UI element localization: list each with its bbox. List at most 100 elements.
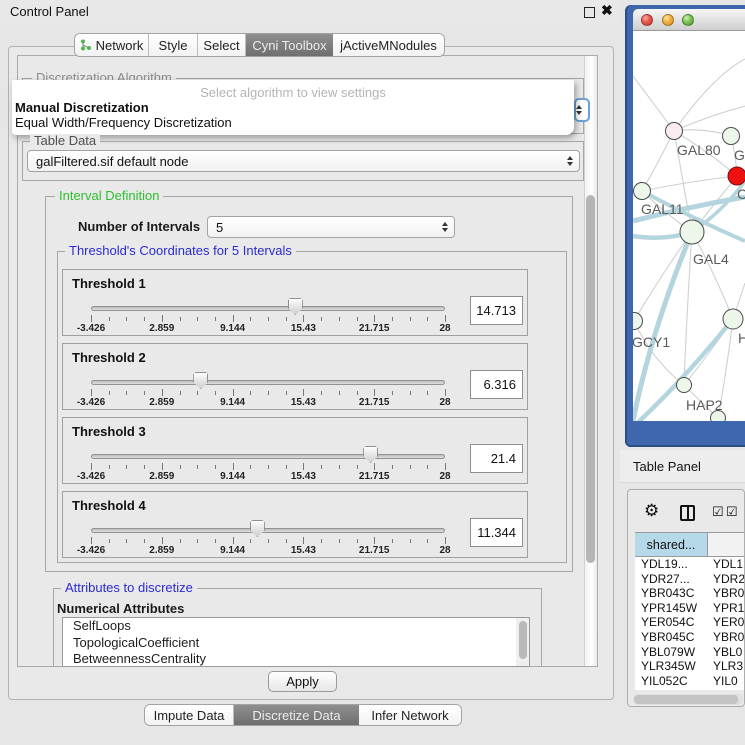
threshold-slider[interactable]: -3.4262.8599.14415.4321.71528 xyxy=(91,492,445,559)
slider-track[interactable] xyxy=(91,528,445,533)
table-cell[interactable]: YBR045C xyxy=(635,630,708,645)
table-cell[interactable]: YLR3 xyxy=(708,659,745,674)
tick-label: 15.43 xyxy=(291,545,316,556)
network-canvas[interactable]: GAL80GACGAL11GAL4GCY1HHAP2 xyxy=(633,31,745,421)
table-cell[interactable]: YER0 xyxy=(708,615,745,630)
table-cell[interactable]: YDR2 xyxy=(708,572,745,587)
mac-close-icon[interactable] xyxy=(641,14,653,26)
tick-mark xyxy=(410,317,411,321)
tick-mark xyxy=(303,315,304,322)
attributes-scrollbar-thumb[interactable] xyxy=(519,621,527,659)
close-icon[interactable]: ✖ xyxy=(601,2,613,19)
table-cell[interactable]: YBR0 xyxy=(708,630,745,645)
table-row[interactable]: YBL079WYBL0 xyxy=(635,645,745,660)
table-row[interactable]: YDL19...YDL1 xyxy=(635,557,745,572)
tab-jactivemnodules[interactable]: jActiveMNodules xyxy=(333,34,444,56)
slider-track[interactable] xyxy=(91,380,445,385)
checkbox-checked-icon[interactable]: ☑ xyxy=(712,504,724,520)
threshold-value-field[interactable]: 11.344 xyxy=(470,518,523,547)
table-cell[interactable]: YDR27... xyxy=(635,572,708,587)
slider-thumb[interactable] xyxy=(288,298,303,315)
table-cell[interactable]: YPR1 xyxy=(708,601,745,616)
algorithm-combobox[interactable] xyxy=(574,98,590,122)
table-cell[interactable]: YLR345W xyxy=(635,659,708,674)
tab-network[interactable]: Network xyxy=(75,34,149,56)
apply-button[interactable]: Apply xyxy=(268,671,337,692)
slider-track[interactable] xyxy=(91,306,445,311)
table-cell[interactable]: YBR0 xyxy=(708,586,745,601)
table-row[interactable]: YIL052CYIL0 xyxy=(635,674,745,689)
column-header-name[interactable]: n xyxy=(708,533,745,556)
node-label-gal11: GAL11 xyxy=(641,201,684,217)
network-node[interactable] xyxy=(634,183,651,200)
tick-mark xyxy=(357,465,358,469)
threshold-slider[interactable]: -3.4262.8599.14415.4321.71528 xyxy=(91,418,445,485)
table-row[interactable]: YLR345WYLR3 xyxy=(635,659,745,674)
attribute-item-betweennesscentrality[interactable]: BetweennessCentrality xyxy=(63,651,529,667)
network-edge xyxy=(674,59,745,131)
network-node[interactable] xyxy=(633,313,643,330)
horizontal-scrollbar-thumb[interactable] xyxy=(634,695,738,704)
vertical-scrollbar-thumb[interactable] xyxy=(586,195,595,563)
table-row[interactable]: YDR27...YDR2 xyxy=(635,572,745,587)
tab-discretize-data[interactable]: Discretize Data xyxy=(234,705,359,725)
tick-mark xyxy=(109,465,110,469)
gear-icon[interactable]: ⚙ xyxy=(644,502,659,519)
slider-thumb[interactable] xyxy=(363,446,378,463)
table-row[interactable]: YBR045CYBR0 xyxy=(635,630,745,645)
threshold-value-field[interactable]: 21.4 xyxy=(470,444,523,473)
table-row[interactable]: YER054CYER0 xyxy=(635,615,745,630)
slider-thumb[interactable] xyxy=(250,520,265,537)
table-cell[interactable]: YBR043C xyxy=(635,586,708,601)
attribute-item-topologicalcoefficient[interactable]: TopologicalCoefficient xyxy=(63,635,529,652)
tick-label: 2.859 xyxy=(149,397,174,408)
table-cell[interactable]: YBL0 xyxy=(708,645,745,660)
network-node[interactable] xyxy=(666,123,683,140)
attribute-item-selfloops[interactable]: SelfLoops xyxy=(63,618,529,635)
float-window-icon[interactable] xyxy=(584,7,595,18)
table-cell[interactable]: YER054C xyxy=(635,615,708,630)
network-node[interactable] xyxy=(723,128,740,145)
dropdown-item-equal-width-frequency-discretization[interactable]: Equal Width/Frequency Discretization xyxy=(15,115,232,130)
tab-style[interactable]: Style xyxy=(149,34,198,56)
numerical-attributes-list[interactable]: SelfLoopsTopologicalCoefficientBetweenne… xyxy=(62,617,530,667)
tab-infer-network[interactable]: Infer Network xyxy=(359,705,461,725)
column-header-shared-name[interactable]: shared... xyxy=(635,533,708,556)
dropdown-item-manual-discretization[interactable]: Manual Discretization xyxy=(15,100,149,115)
table-row[interactable]: YPR145WYPR1 xyxy=(635,601,745,616)
table-cell[interactable]: YBL079W xyxy=(635,645,708,660)
network-node[interactable] xyxy=(728,167,745,185)
split-table-icon[interactable] xyxy=(680,505,695,521)
tab-label: Style xyxy=(159,38,188,53)
table-cell[interactable]: YIL052C xyxy=(635,674,708,689)
num-intervals-combobox[interactable]: 5 xyxy=(207,216,455,238)
table-cell[interactable]: YPR145W xyxy=(635,601,708,616)
table-cell[interactable]: YDL1 xyxy=(708,557,745,572)
tab-select[interactable]: Select xyxy=(198,34,246,56)
mac-minimize-icon[interactable] xyxy=(662,14,674,26)
threshold-slider[interactable]: -3.4262.8599.14415.4321.71528 xyxy=(91,344,445,411)
threshold-value-field[interactable]: 6.316 xyxy=(470,370,523,399)
tick-mark xyxy=(91,315,92,322)
network-node[interactable] xyxy=(723,309,743,329)
checkbox-checked-icon[interactable]: ☑ xyxy=(726,504,738,520)
slider-track[interactable] xyxy=(91,454,445,459)
slider-thumb[interactable] xyxy=(193,372,208,389)
network-window-titlebar[interactable] xyxy=(633,9,745,31)
table-cell[interactable]: YDL19... xyxy=(635,557,708,572)
mac-zoom-icon[interactable] xyxy=(682,14,694,26)
horizontal-scrollbar-track[interactable] xyxy=(633,694,743,705)
table-cell[interactable]: YIL0 xyxy=(708,674,745,689)
network-graph: GAL80GACGAL11GAL4GCY1HHAP2 xyxy=(633,31,745,421)
table-data-combobox[interactable]: galFiltered.sif default node xyxy=(27,150,580,172)
network-node[interactable] xyxy=(680,220,704,244)
node-label-ga: GA xyxy=(734,147,745,163)
table-row[interactable]: YBR043CYBR0 xyxy=(635,586,745,601)
threshold-value-field[interactable]: 14.713 xyxy=(470,296,523,325)
threshold-slider[interactable]: -3.4262.8599.14415.4321.71528 xyxy=(91,270,445,337)
slider-tick-labels: -3.4262.8599.14415.4321.71528 xyxy=(91,545,445,557)
network-node[interactable] xyxy=(677,378,692,393)
combo-stepper-icon xyxy=(576,105,582,115)
tab-impute-data[interactable]: Impute Data xyxy=(145,705,234,725)
tab-cyni-toolbox[interactable]: Cyni Toolbox xyxy=(246,34,333,56)
